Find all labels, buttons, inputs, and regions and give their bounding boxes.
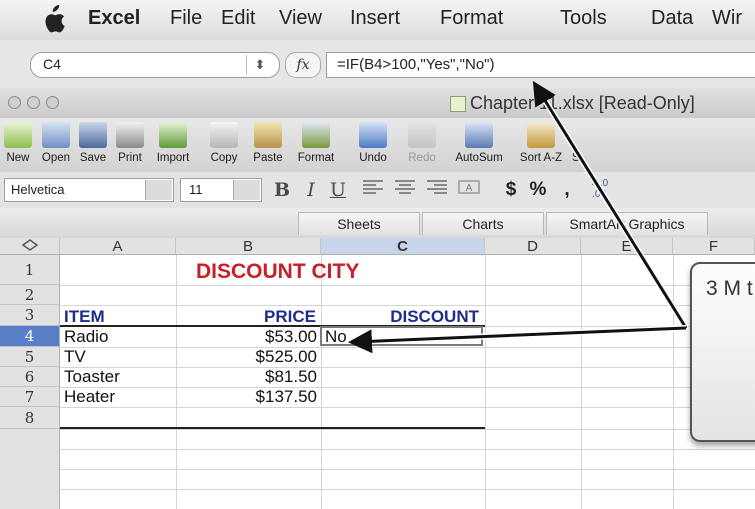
arrow-to-cell <box>348 325 687 354</box>
annotation-arrows <box>348 80 689 354</box>
arrow-to-formula <box>532 80 689 330</box>
